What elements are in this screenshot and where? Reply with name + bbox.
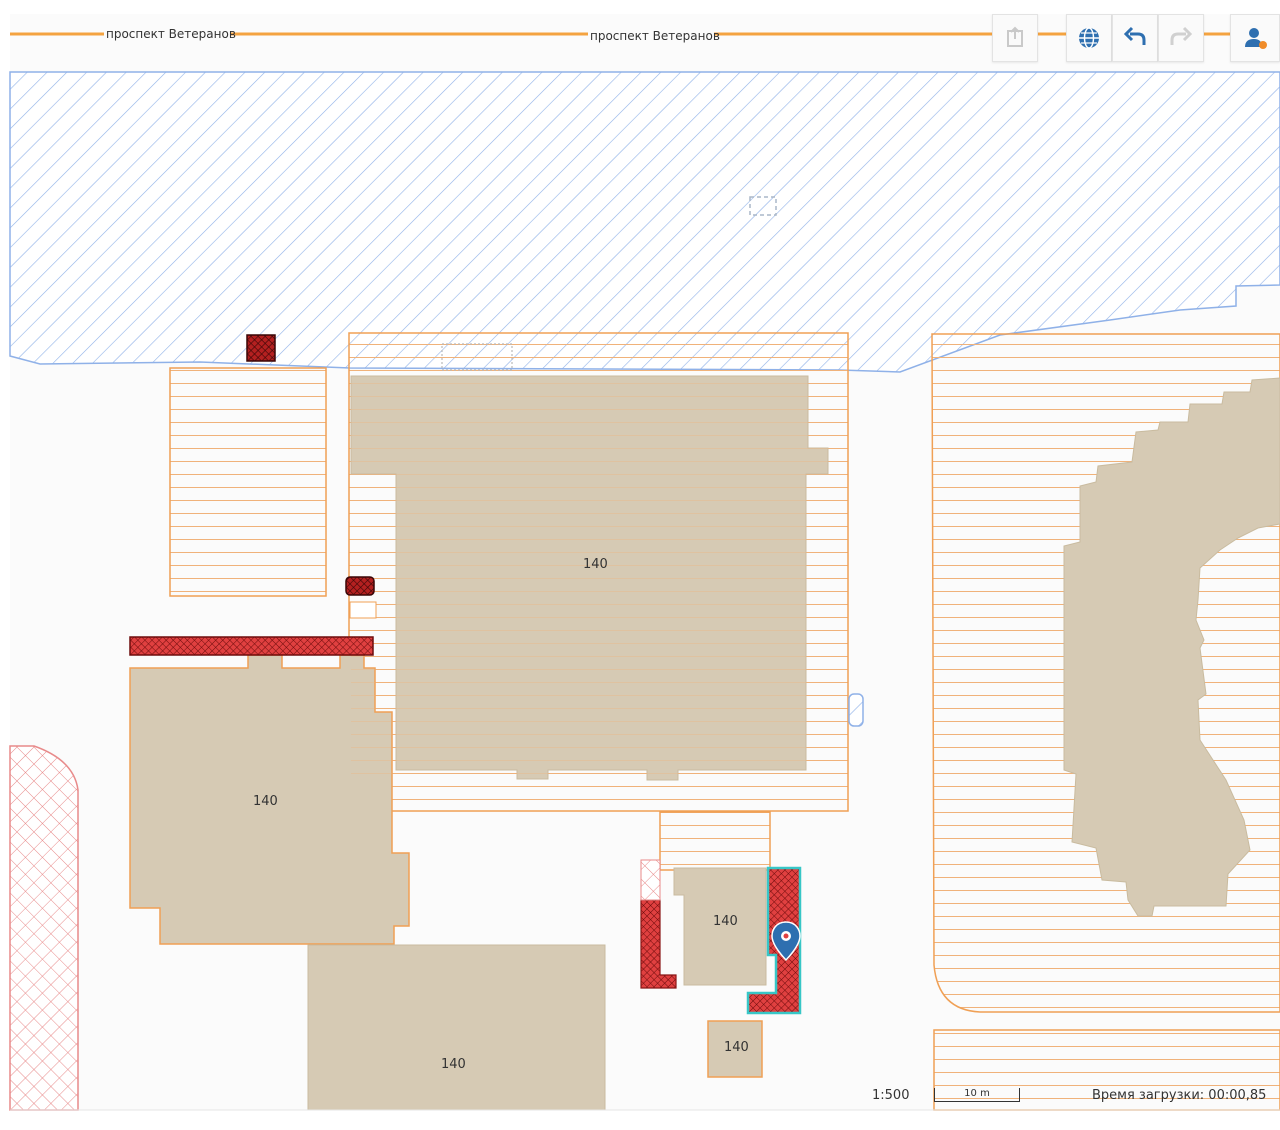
small-object[interactable]: [848, 693, 864, 727]
building-label: 140: [713, 914, 738, 929]
user-button[interactable]: [1230, 14, 1280, 62]
status-bar: 1:500 10 m Время загрузки: 00:00,85: [860, 1084, 1280, 1108]
road-label: проспект Ветеранов: [590, 29, 720, 43]
redo-icon: [1170, 26, 1193, 45]
red-zone[interactable]: [345, 576, 375, 596]
redo-button[interactable]: [1158, 14, 1204, 62]
pink-zone: [640, 859, 661, 901]
load-time: Время загрузки: 00:00,85: [1092, 1088, 1267, 1103]
red-zone[interactable]: [246, 334, 276, 362]
building-label: 140: [583, 557, 608, 572]
pink-zone: [9, 745, 79, 1111]
building-label: 140: [724, 1040, 749, 1055]
scale-text: 1:500: [872, 1088, 910, 1103]
undo-icon: [1123, 26, 1146, 45]
export-icon: [1007, 26, 1023, 47]
building[interactable]: [307, 944, 606, 1111]
undo-button[interactable]: [1112, 14, 1158, 62]
export-button[interactable]: [992, 14, 1038, 62]
building-label: 140: [441, 1057, 466, 1072]
scale-bar: 10 m: [934, 1088, 1020, 1102]
building-label: 140: [253, 794, 278, 809]
globe-button[interactable]: [1066, 14, 1112, 62]
red-zone[interactable]: [129, 636, 374, 656]
globe-icon: [1079, 27, 1099, 49]
user-icon: [1245, 28, 1267, 49]
map-canvas[interactable]: проспект Ветеранов проспект Ветеранов 14…: [0, 0, 1280, 1130]
parcel[interactable]: [659, 811, 771, 871]
parcel[interactable]: [169, 367, 327, 597]
road-label: проспект Ветеранов: [106, 27, 236, 41]
